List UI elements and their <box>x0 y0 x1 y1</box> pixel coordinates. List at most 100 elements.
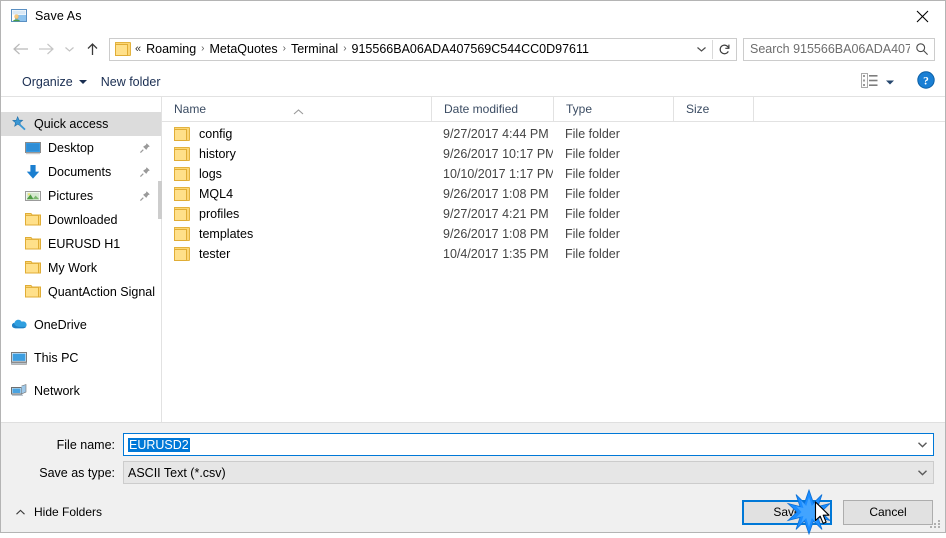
column-header-date-modified[interactable]: Date modified <box>431 97 553 121</box>
hide-folders-label: Hide Folders <box>34 505 103 519</box>
star-pin-icon <box>11 116 27 132</box>
dialog-footer: Hide Folders Save Cancel <box>1 492 945 532</box>
forward-icon[interactable] <box>33 36 59 62</box>
sidebar-scrollbar-thumb[interactable] <box>158 181 162 219</box>
sidebar-item-pictures[interactable]: Pictures <box>1 184 161 208</box>
cell-type: File folder <box>565 247 620 261</box>
cell-name: profiles <box>162 204 431 224</box>
breadcrumb-item[interactable]: MetaQuotes <box>207 41 281 57</box>
table-row[interactable]: MQL4 9/26/2017 1:08 PM File folder <box>162 184 945 204</box>
recent-locations-chevron-down-icon[interactable] <box>59 36 79 62</box>
pin-icon[interactable] <box>139 166 151 178</box>
chevron-down-icon <box>78 79 87 84</box>
file-list-pane: Name Date modified Type Size config 9/27/… <box>162 97 945 422</box>
cell-type: File folder <box>565 127 620 141</box>
folder-icon <box>174 227 190 241</box>
column-header-name[interactable]: Name <box>162 97 431 121</box>
sidebar-item-my-work[interactable]: My Work <box>1 256 161 280</box>
file-name-text: templates <box>199 227 254 241</box>
sidebar-item-eurusd-h1[interactable]: EURUSD H1 <box>1 232 161 256</box>
table-row[interactable]: profiles 9/27/2017 4:21 PM File folder <box>162 204 945 224</box>
sidebar-item-label: Downloaded <box>48 213 118 227</box>
sidebar-item-label: My Work <box>48 261 98 275</box>
column-header-filler <box>753 97 945 121</box>
back-icon[interactable] <box>7 36 33 62</box>
sidebar-item-downloaded[interactable]: Downloaded <box>1 208 161 232</box>
folder-icon <box>174 247 190 261</box>
network-icon <box>11 383 27 399</box>
sidebar-item-onedrive[interactable]: OneDrive <box>1 313 161 337</box>
sort-ascending-icon <box>293 99 304 115</box>
search-input[interactable]: Search 915566BA06ADA40756... <box>744 42 910 56</box>
window-title: Save As <box>35 9 82 23</box>
breadcrumb-separator[interactable]: › <box>341 44 348 54</box>
cell-type: File folder <box>565 147 620 161</box>
table-row[interactable]: config 9/27/2017 4:44 PM File folder <box>162 124 945 144</box>
sidebar-item-label: Quick access <box>34 117 109 131</box>
save-as-type-chevron-down-icon[interactable] <box>911 462 933 483</box>
table-row[interactable]: history 9/26/2017 10:17 PM File folder <box>162 144 945 164</box>
file-form-area: File name: EURUSD2 Save as type: ASCII T… <box>1 422 945 492</box>
help-icon: ? <box>917 71 935 92</box>
column-header-size[interactable]: Size <box>673 97 753 121</box>
file-name-input[interactable]: EURUSD2 <box>124 437 911 452</box>
column-header-name-label: Name <box>174 102 207 116</box>
hide-folders-button[interactable]: Hide Folders <box>15 505 102 519</box>
pin-icon[interactable] <box>139 190 151 202</box>
change-view-button[interactable] <box>855 70 901 94</box>
organize-button[interactable]: Organize <box>15 72 94 92</box>
file-name-text: logs <box>199 167 222 181</box>
sidebar-item-this-pc[interactable]: This PC <box>1 346 161 370</box>
folder-icon <box>174 127 190 141</box>
address-chevron-down-icon[interactable] <box>690 39 712 60</box>
help-button[interactable]: ? <box>917 71 935 92</box>
sidebar-item-quick-access[interactable]: Quick access <box>1 112 161 136</box>
cell-date: 10/4/2017 1:35 PM <box>443 247 549 261</box>
breadcrumb-separator[interactable]: › <box>199 44 206 54</box>
table-row[interactable]: tester 10/4/2017 1:35 PM File folder <box>162 244 945 264</box>
desktop-icon <box>25 140 41 156</box>
search-box[interactable]: Search 915566BA06ADA40756... <box>743 37 935 61</box>
up-one-level-arrow-up-icon[interactable] <box>79 36 105 62</box>
address-bar[interactable]: « Roaming › MetaQuotes › Terminal › 9155… <box>109 37 737 61</box>
sidebar-item-desktop[interactable]: Desktop <box>1 136 161 160</box>
cancel-button[interactable]: Cancel <box>843 499 933 525</box>
file-name-chevron-down-icon[interactable] <box>911 434 933 455</box>
save-as-type-combobox[interactable]: ASCII Text (*.csv) <box>123 461 934 484</box>
cell-type: File folder <box>565 187 620 201</box>
save-as-type-label: Save as type: <box>39 465 115 480</box>
file-name-text: MQL4 <box>199 187 234 201</box>
folder-icon <box>25 260 41 276</box>
cell-type: File folder <box>565 167 620 181</box>
file-name-combobox[interactable]: EURUSD2 <box>123 433 934 456</box>
table-row[interactable]: logs 10/10/2017 1:17 PM File folder <box>162 164 945 184</box>
resize-grip-icon[interactable] <box>930 518 942 530</box>
breadcrumb-separator[interactable]: › <box>281 44 288 54</box>
cell-size <box>673 184 753 204</box>
pin-icon[interactable] <box>139 142 151 154</box>
sidebar-item-network[interactable]: Network <box>1 379 161 403</box>
refresh-icon[interactable] <box>713 39 736 60</box>
dialog-body: Quick access Desktop Documents Pictures Down… <box>1 97 945 422</box>
file-name-text: history <box>199 147 236 161</box>
column-header-row: Name Date modified Type Size <box>162 97 945 122</box>
sidebar-item-label: OneDrive <box>34 318 87 332</box>
breadcrumb-overflow[interactable]: « <box>135 43 143 55</box>
file-name-text: config <box>199 127 233 141</box>
sidebar-item-documents[interactable]: Documents <box>1 160 161 184</box>
file-name-label: File name: <box>56 437 115 452</box>
breadcrumb-item[interactable]: Roaming <box>143 41 199 57</box>
folder-icon <box>174 147 190 161</box>
sidebar-item-quantaction-signal[interactable]: QuantAction Signal <box>1 280 161 304</box>
onedrive-cloud-icon <box>11 317 27 333</box>
table-row[interactable]: templates 9/26/2017 1:08 PM File folder <box>162 224 945 244</box>
close-icon[interactable] <box>899 1 945 31</box>
new-folder-button[interactable]: New folder <box>94 72 168 92</box>
breadcrumb-item[interactable]: 915566BA06ADA407569C544CC0D97611 <box>349 41 592 57</box>
cell-name: history <box>162 144 431 164</box>
save-button[interactable]: Save <box>742 499 832 525</box>
save-as-type-value: ASCII Text (*.csv) <box>128 465 226 480</box>
column-header-type[interactable]: Type <box>553 97 673 121</box>
breadcrumb-item[interactable]: Terminal <box>288 41 341 57</box>
cell-size <box>673 144 753 164</box>
